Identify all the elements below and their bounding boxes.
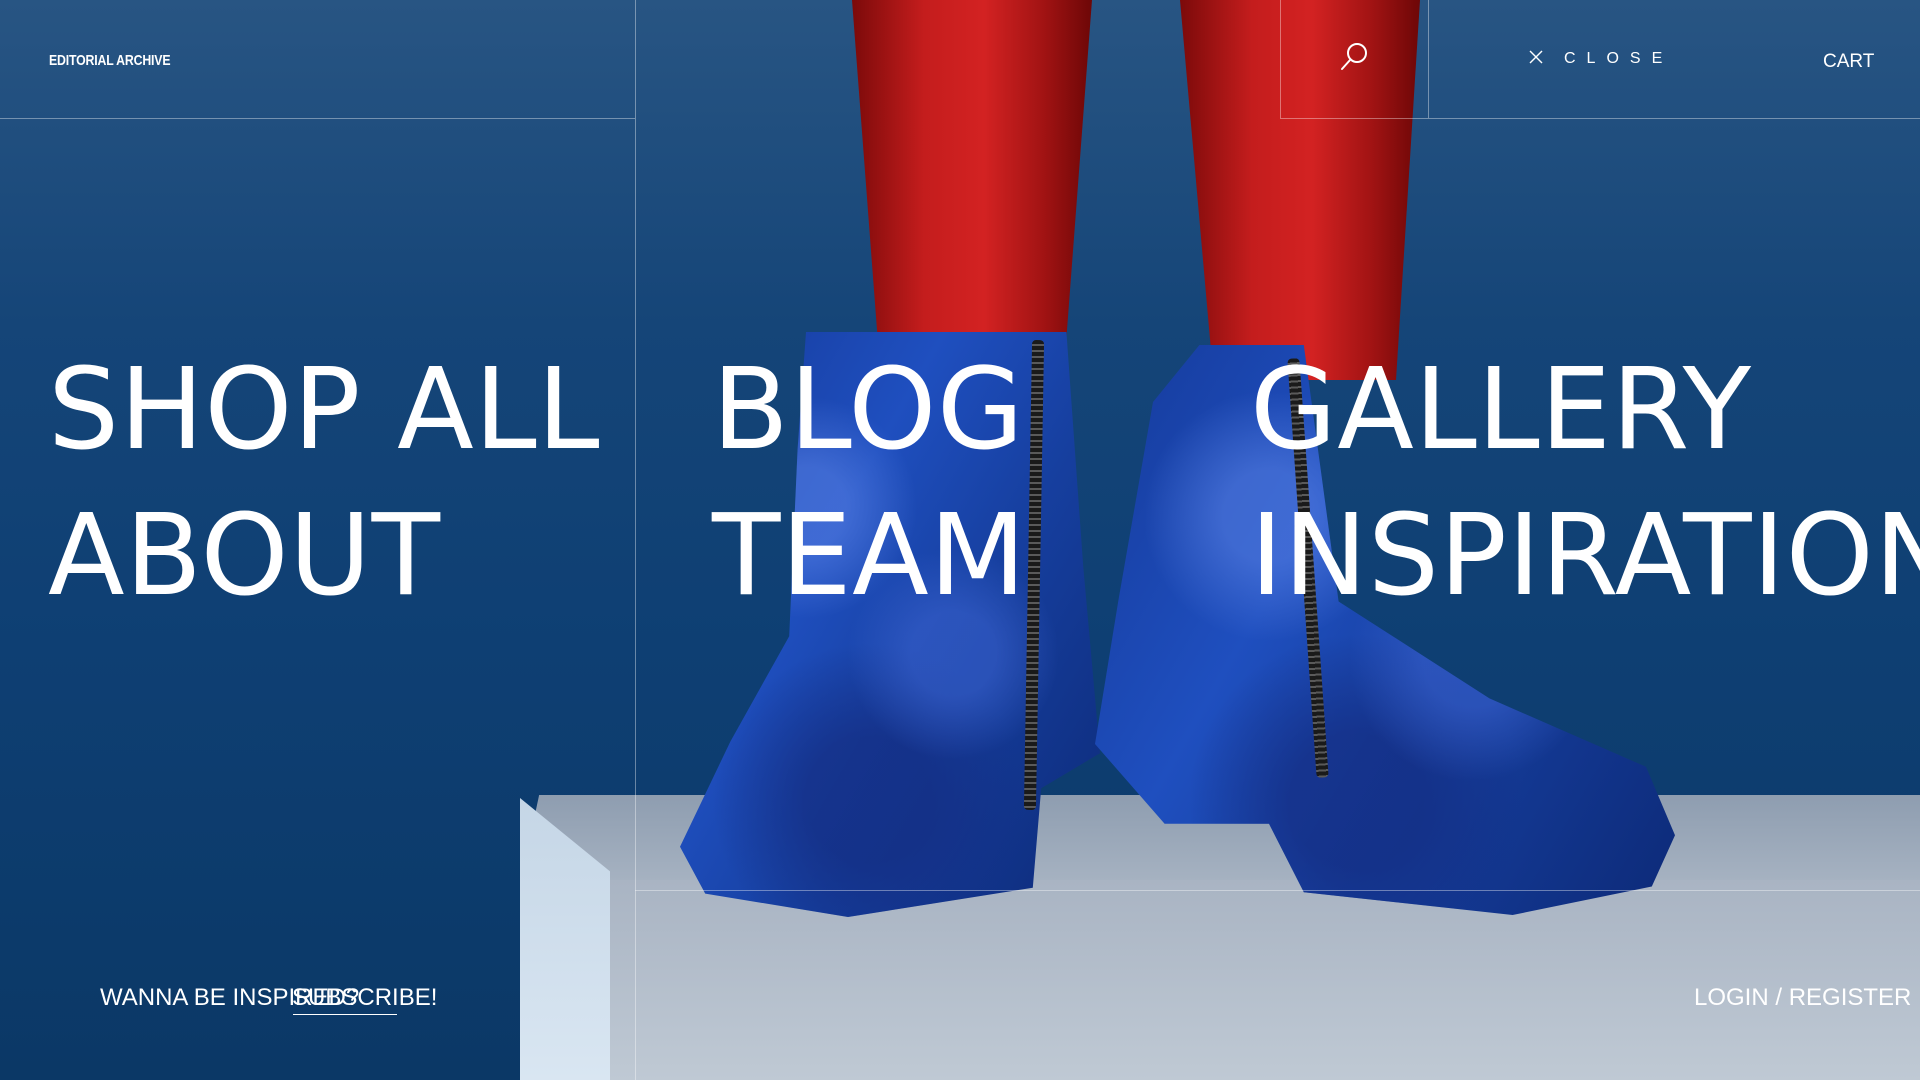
nav-link-inspiration[interactable]: INSPIRATION: [1250, 500, 1920, 612]
footer-divider: [635, 890, 1920, 891]
nav-link-blog[interactable]: BLOG: [712, 354, 1024, 466]
column-divider: [635, 0, 636, 1080]
subscribe-link[interactable]: SUBSCRIBE!: [292, 984, 437, 1012]
close-label: CLOSE: [1564, 50, 1674, 67]
subscribe-underline: [293, 1014, 397, 1015]
search-button[interactable]: [1280, 0, 1428, 118]
nav-link-shop-all[interactable]: SHOP ALL: [48, 354, 600, 466]
login-register-link[interactable]: LOGIN / REGISTER: [1694, 984, 1911, 1012]
nav-link-team[interactable]: TEAM: [712, 500, 1026, 612]
menu-overlay: EDITORIAL ARCHIVE CLOSE CART SHOP ALL AB…: [0, 0, 1920, 1080]
brand-logo[interactable]: EDITORIAL ARCHIVE: [49, 52, 171, 69]
red-stocking-left: [852, 0, 1092, 380]
header-divider-left: [0, 118, 635, 119]
search-icon: [1339, 41, 1369, 78]
search-divider-right: [1428, 0, 1429, 118]
pedestal-front: [600, 880, 1920, 1080]
header-divider-right: [1280, 118, 1920, 119]
close-icon: [1528, 49, 1544, 70]
cart-link[interactable]: CART: [1823, 51, 1874, 73]
nav-link-about[interactable]: ABOUT: [48, 500, 441, 612]
nav-link-gallery[interactable]: GALLERY: [1250, 354, 1752, 466]
close-button[interactable]: CLOSE: [1528, 44, 1673, 74]
